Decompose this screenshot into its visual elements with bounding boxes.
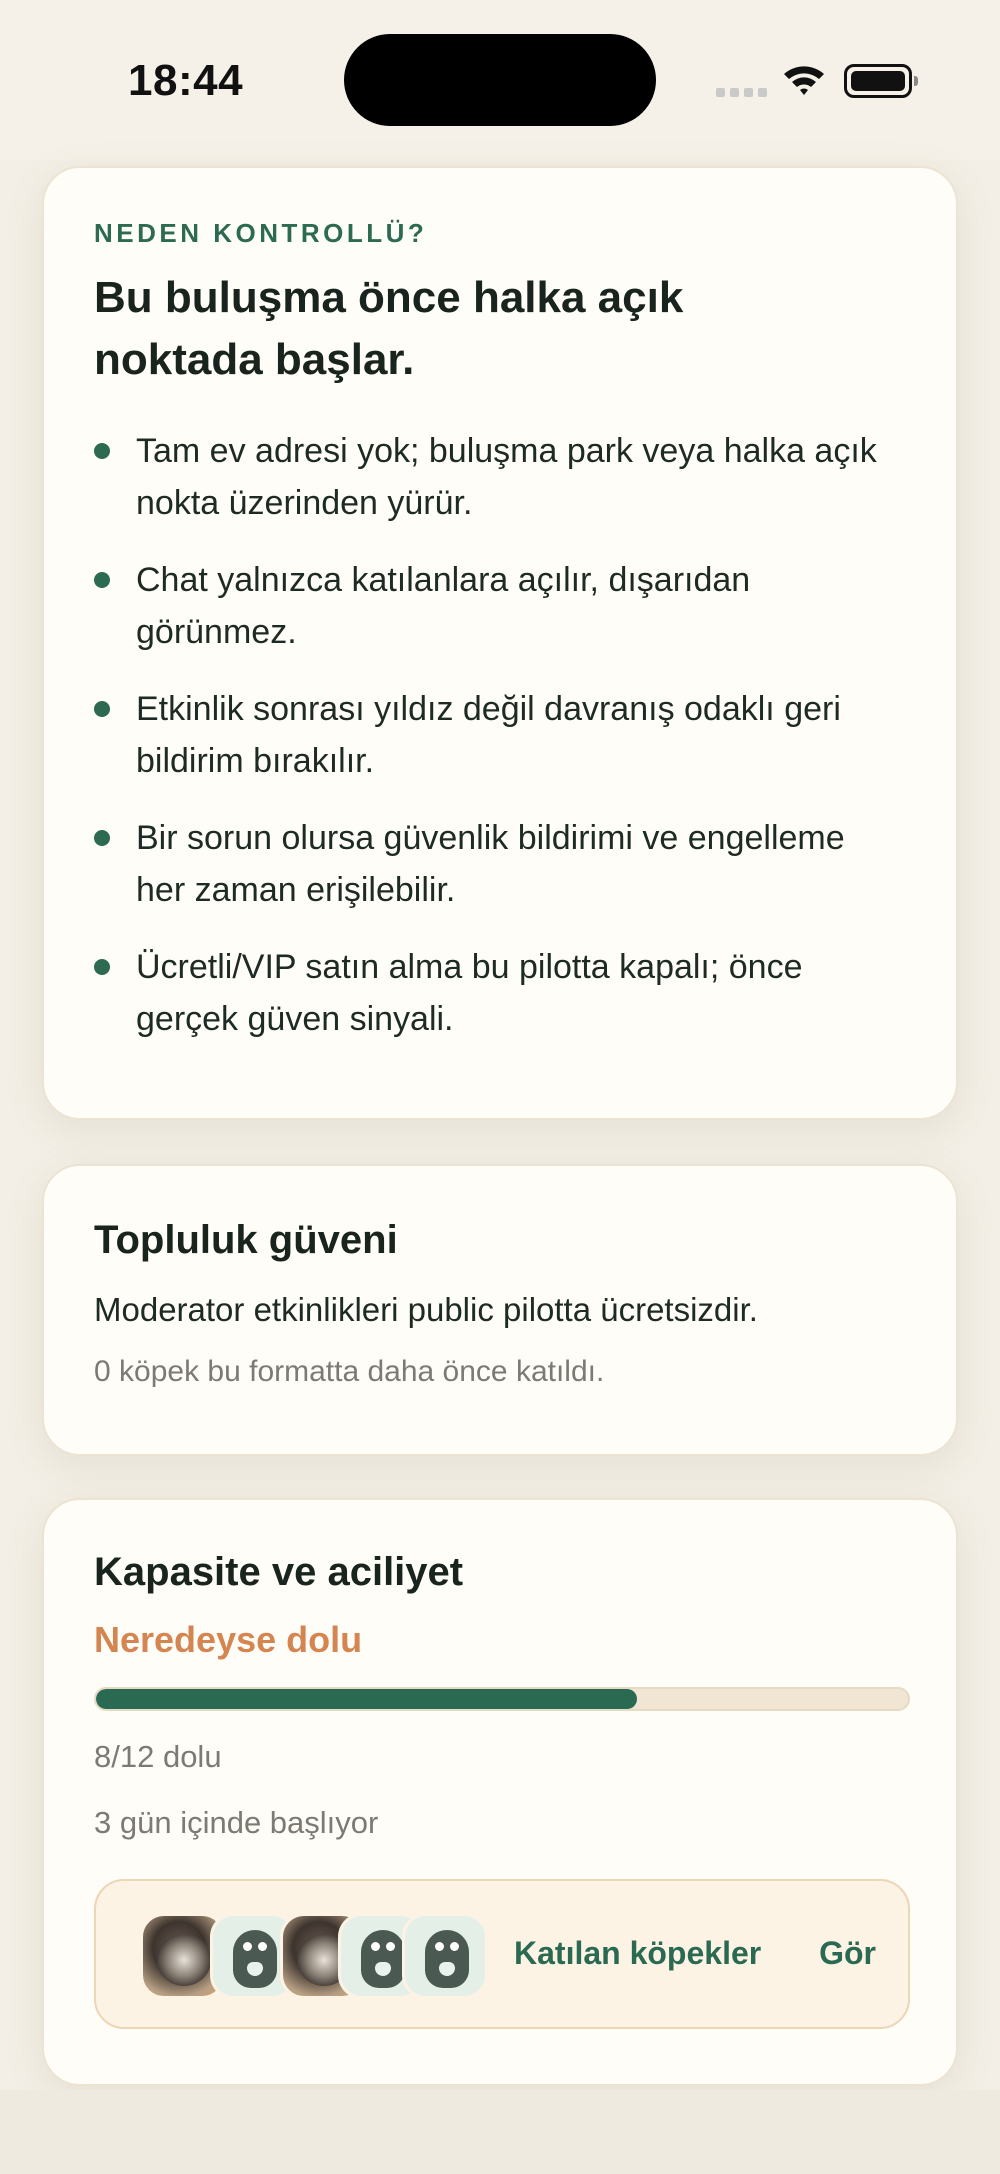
capacity-card: Kapasite ve aciliyet Neredeyse dolu 8/12… [42, 1498, 958, 2086]
capacity-progress-bar [94, 1687, 910, 1711]
bullet-icon [94, 959, 110, 975]
safety-rule-text: Bir sorun olursa güvenlik bildirimi ve e… [136, 819, 845, 909]
capacity-count: 8/12 dolu [94, 1739, 222, 1774]
status-time: 18:44 [128, 56, 244, 105]
starts-in-text: 3 gün içinde başlıyor [94, 1805, 379, 1840]
bullet-icon [94, 701, 110, 717]
trust-title: Topluluk güveni [94, 1218, 398, 1262]
wifi-icon [784, 66, 824, 95]
trust-attendance-note: 0 köpek bu formatta daha önce katıldı. [94, 1355, 605, 1388]
bottom-safe-area [0, 2090, 1000, 2174]
safety-rule: Tam ev adresi yok; buluşma park veya hal… [94, 425, 894, 529]
safety-title: Bu buluşma önce halka açık noktada başla… [94, 273, 684, 384]
attending-dogs-row[interactable]: Katılan köpekler Gör [94, 1879, 910, 2029]
dynamic-island [344, 34, 656, 126]
bullet-icon [94, 443, 110, 459]
safety-eyebrow: NEDEN KONTROLLÜ? [94, 218, 428, 248]
bullet-icon [94, 572, 110, 588]
urgency-label: Neredeyse dolu [94, 1619, 363, 1660]
safety-rule: Ücretli/VIP satın alma bu pilotta kapalı… [94, 941, 894, 1045]
capacity-title: Kapasite ve aciliyet [94, 1550, 464, 1594]
safety-card: NEDEN KONTROLLÜ? Bu buluşma önce halka a… [42, 166, 958, 1120]
mascot-avatar [402, 1913, 488, 1999]
avatar-stack [140, 1913, 488, 1999]
attending-dogs-label[interactable]: Katılan köpekler [514, 1935, 761, 1972]
community-trust-card: Topluluk güveni Moderator etkinlikleri p… [42, 1164, 958, 1456]
safety-rule-text: Etkinlik sonrası yıldız değil davranış o… [136, 690, 841, 780]
battery-icon [844, 64, 918, 98]
see-attendees-button[interactable]: Gör [819, 1935, 876, 1972]
bullet-icon [94, 830, 110, 846]
safety-rule-text: Chat yalnızca katılanlara açılır, dışarı… [136, 561, 751, 651]
safety-rules-list: Tam ev adresi yok; buluşma park veya hal… [94, 425, 906, 1045]
safety-rule-text: Ücretli/VIP satın alma bu pilotta kapalı… [136, 948, 803, 1038]
capacity-progress-fill [96, 1689, 638, 1709]
safety-rule: Chat yalnızca katılanlara açılır, dışarı… [94, 554, 894, 658]
safety-rule: Bir sorun olursa güvenlik bildirimi ve e… [94, 812, 894, 916]
safety-rule: Etkinlik sonrası yıldız değil davranış o… [94, 683, 894, 787]
trust-description: Moderator etkinlikleri public pilotta üc… [94, 1291, 758, 1328]
safety-rule-text: Tam ev adresi yok; buluşma park veya hal… [136, 432, 877, 522]
status-bar: 18:44 [0, 0, 1000, 160]
cellular-signal-icon [716, 88, 767, 97]
